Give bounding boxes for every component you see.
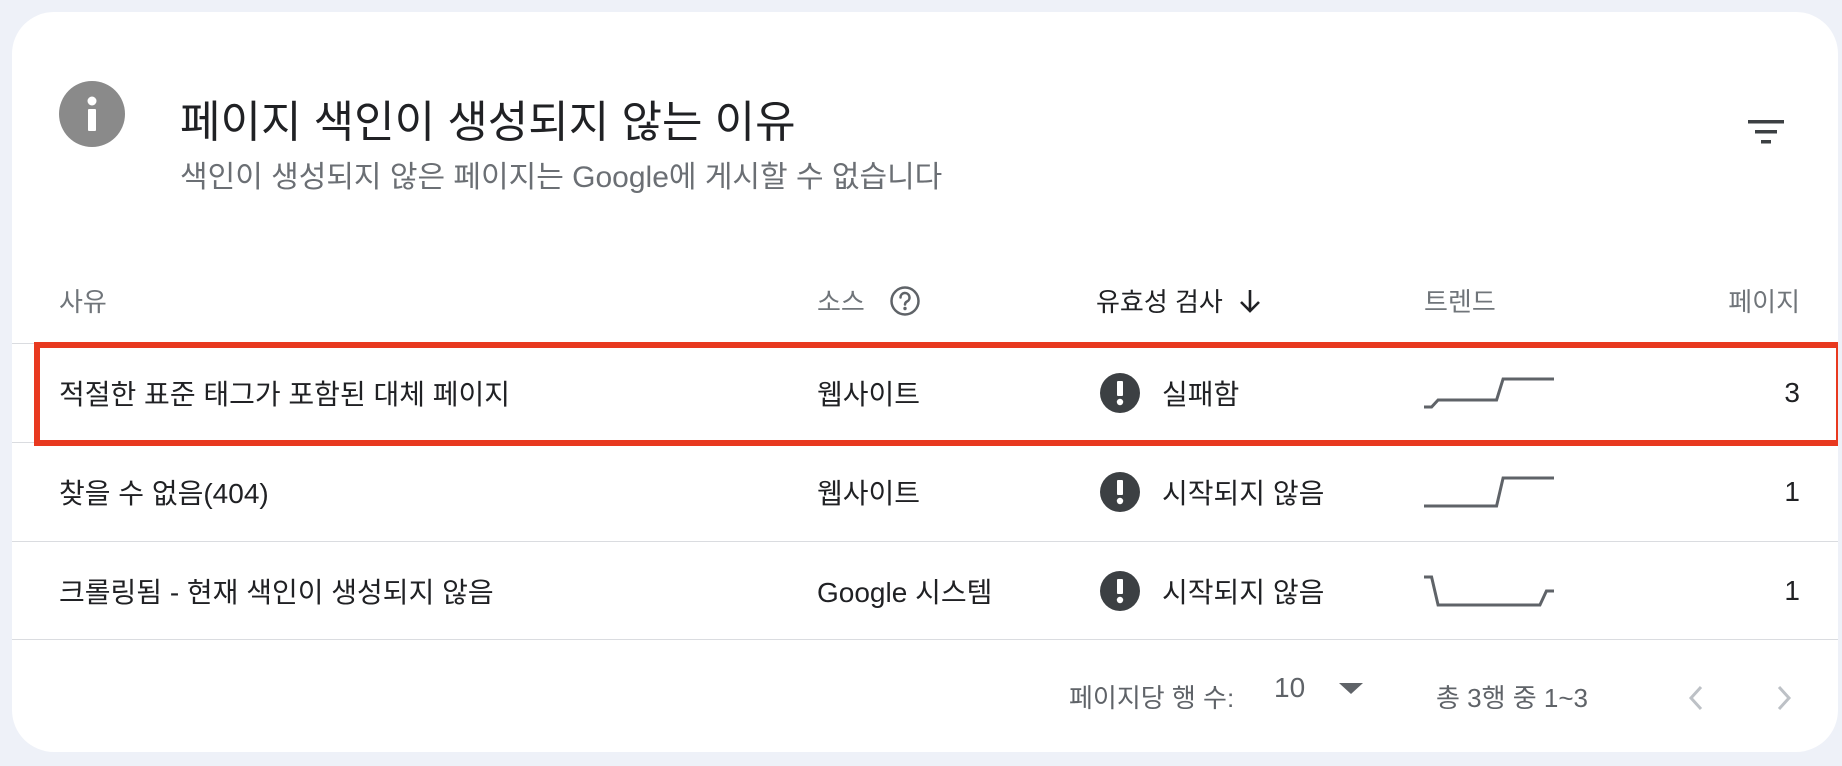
rows-per-page-select[interactable]: 10	[1274, 672, 1364, 704]
column-header-validation-label: 유효성 검사	[1096, 287, 1223, 317]
column-header-source-label: 소스	[817, 287, 865, 317]
trend-sparkline	[1424, 575, 1554, 607]
table-row[interactable]: 찾을 수 없음(404) 웹사이트 시작되지 않음 1	[12, 442, 1838, 541]
trend-sparkline	[1424, 377, 1554, 409]
column-header-source[interactable]: 소스	[817, 282, 921, 319]
table-row[interactable]: 적절한 표준 태그가 포함된 대체 페이지 웹사이트 실패함 3	[12, 343, 1838, 442]
trend-sparkline	[1424, 476, 1554, 508]
table-row[interactable]: 크롤링됨 - 현재 색인이 생성되지 않음 Google 시스템 시작되지 않음…	[12, 541, 1838, 640]
row-source: 웹사이트	[817, 478, 921, 509]
trend-line	[1424, 575, 1554, 607]
row-reason: 찾을 수 없음(404)	[59, 478, 269, 509]
card-subtitle: 색인이 생성되지 않은 페이지는 Google에 게시할 수 없습니다	[180, 161, 943, 194]
warning-icon	[1100, 472, 1140, 512]
row-status: 시작되지 않음	[1100, 443, 1324, 541]
column-header-pages-label: 페이지	[1728, 287, 1800, 317]
row-source: Google 시스템	[817, 577, 993, 608]
info-icon	[59, 81, 125, 147]
row-reason: 적절한 표준 태그가 포함된 대체 페이지	[59, 379, 511, 410]
trend-line	[1424, 476, 1554, 508]
reasons-card: 페이지 색인이 생성되지 않는 이유 색인이 생성되지 않은 페이지는 Goog…	[12, 12, 1838, 752]
row-status-label: 시작되지 않음	[1162, 577, 1325, 608]
row-status: 시작되지 않음	[1100, 542, 1324, 640]
pagination-range: 총 3행 중 1~3	[1436, 683, 1588, 713]
filter-icon	[1748, 120, 1784, 144]
warning-icon	[1100, 373, 1140, 413]
row-page-count: 1	[1784, 575, 1800, 606]
row-source: 웹사이트	[817, 379, 921, 410]
chevron-left-icon	[1688, 685, 1703, 711]
column-header-reason-label: 사유	[59, 287, 107, 317]
row-trend	[1424, 344, 1554, 442]
row-page-count: 1	[1784, 476, 1800, 507]
table-bottom-divider	[12, 639, 1838, 640]
filter-button[interactable]	[1742, 112, 1790, 152]
row-page-count: 3	[1784, 377, 1800, 408]
row-trend	[1424, 443, 1554, 541]
help-icon[interactable]	[889, 285, 921, 317]
warning-icon	[1100, 571, 1140, 611]
row-reason: 크롤링됨 - 현재 색인이 생성되지 않음	[59, 577, 494, 608]
dropdown-arrow-icon	[1339, 682, 1364, 694]
sort-arrow-down-icon	[1237, 287, 1263, 315]
column-header-trend[interactable]: 트렌드	[1424, 282, 1496, 319]
rows-per-page-label: 페이지당 행 수:	[1069, 683, 1235, 713]
column-header-trend-label: 트렌드	[1424, 287, 1496, 317]
row-status-label: 실패함	[1162, 379, 1240, 410]
column-header-reason[interactable]: 사유	[59, 282, 107, 319]
column-header-pages[interactable]: 페이지	[1728, 282, 1800, 319]
row-status-label: 시작되지 않음	[1162, 478, 1325, 509]
row-trend	[1424, 542, 1554, 640]
chevron-right-icon	[1777, 685, 1792, 711]
next-page-button[interactable]	[1764, 678, 1804, 718]
previous-page-button[interactable]	[1676, 678, 1716, 718]
card-title: 페이지 색인이 생성되지 않는 이유	[180, 98, 796, 147]
row-status: 실패함	[1100, 344, 1239, 442]
rows-per-page-value: 10	[1274, 672, 1306, 703]
trend-line	[1424, 377, 1554, 409]
column-header-validation[interactable]: 유효성 검사	[1096, 282, 1263, 319]
